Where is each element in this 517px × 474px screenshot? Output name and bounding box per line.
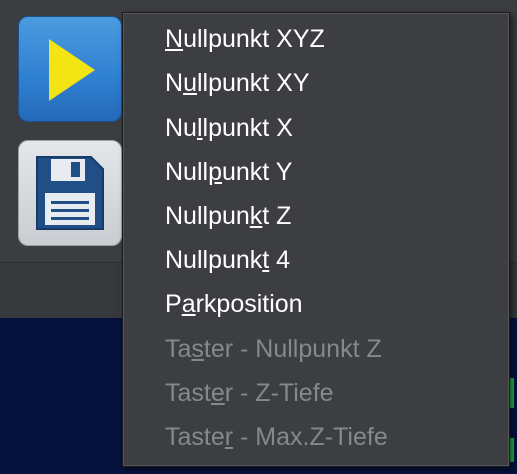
menu-item-parkposition[interactable]: Parkposition	[165, 284, 303, 324]
menu-item-taster-nullpunkt-z: Taster - Nullpunkt Z	[165, 335, 382, 363]
menu-item-taster-z-tiefe: Taster - Z-Tiefe	[165, 379, 334, 407]
menu-item-taster-max-z-tiefe: Taster - Max.Z-Tiefe	[165, 423, 388, 451]
floppy-disk-icon	[36, 156, 104, 230]
context-menu: Nullpunkt XYZ Nullpunkt XY Nullpunkt X N…	[122, 12, 510, 467]
menu-item-nullpunkt-4[interactable]: Nullpunkt 4	[165, 240, 290, 280]
menu-item-nullpunkt-y[interactable]: Nullpunkt Y	[165, 152, 292, 192]
menu-item-nullpunkt-xyz[interactable]: Nullpunkt XYZ	[165, 19, 325, 59]
menu-item-nullpunkt-xy[interactable]: Nullpunkt XY	[165, 63, 310, 103]
menu-item-nullpunkt-x[interactable]: Nullpunkt X	[165, 108, 293, 148]
menu-item-nullpunkt-z[interactable]: Nullpunkt Z	[165, 196, 291, 236]
play-icon	[49, 39, 95, 101]
save-button[interactable]	[18, 140, 122, 246]
play-button[interactable]	[18, 16, 122, 122]
toolpath-mark	[510, 378, 514, 408]
toolpath-mark	[510, 438, 514, 462]
